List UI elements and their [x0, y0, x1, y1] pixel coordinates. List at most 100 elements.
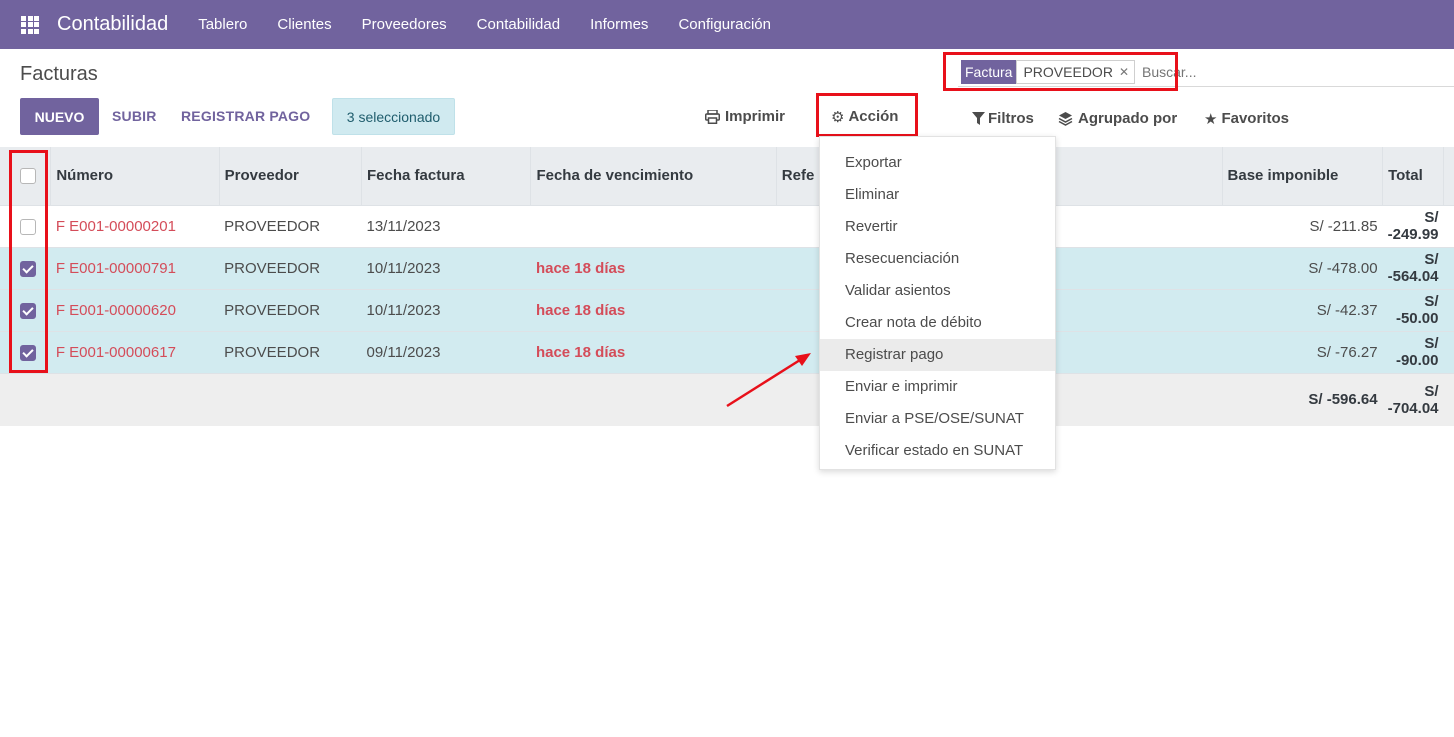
menu-item-registrar-pago[interactable]: Registrar pago [820, 339, 1055, 371]
menu-item-revertir[interactable]: Revertir [820, 211, 1055, 243]
vendor-cell: PROVEEDOR [219, 246, 362, 289]
invoice-date-cell: 10/11/2023 [361, 246, 531, 289]
row-checkbox[interactable] [20, 302, 36, 319]
invoice-date-cell: 10/11/2023 [361, 288, 531, 331]
row-spacer [1443, 330, 1454, 373]
footer-base-total: S/ -596.64 [1222, 372, 1383, 426]
base-amount-cell: S/ -211.85 [1222, 204, 1383, 247]
menu-item-exportar[interactable]: Exportar [820, 147, 1055, 179]
printer-icon [705, 109, 720, 124]
vendor-cell: PROVEEDOR [219, 330, 362, 373]
vendor-cell: PROVEEDOR [219, 204, 362, 247]
table-row[interactable]: F E001-00000617 PROVEEDOR 09/11/2023 hac… [0, 330, 1454, 373]
row-spacer [1443, 288, 1454, 331]
new-button[interactable]: NUEVO [20, 98, 99, 135]
header-numero[interactable]: Número [50, 147, 220, 205]
table-row[interactable]: F E001-00000620 PROVEEDOR 10/11/2023 hac… [0, 288, 1454, 331]
search-input[interactable] [1142, 63, 1442, 80]
action-label: Acción [848, 108, 899, 125]
menu-tablero[interactable]: Tablero [183, 0, 262, 49]
menu-item-enviar-sunat[interactable]: Enviar a PSE/OSE/SUNAT [820, 403, 1055, 435]
header-spacer [1444, 147, 1454, 205]
filter-icon [972, 112, 985, 125]
select-all-checkbox[interactable] [20, 168, 36, 185]
register-payment-button[interactable]: REGISTRAR PAGO [181, 98, 310, 135]
menu-item-validar-asientos[interactable]: Validar asientos [820, 275, 1055, 307]
total-amount-cell: S/ -90.00 [1382, 330, 1444, 373]
search-facet-label: Factura [961, 59, 1017, 84]
favorites-label: Favoritos [1221, 110, 1289, 127]
invoice-number[interactable]: F E001-00000791 [50, 246, 220, 289]
base-amount-cell: S/ -76.27 [1222, 330, 1383, 373]
base-amount-cell: S/ -478.00 [1222, 246, 1383, 289]
header-proveedor[interactable]: Proveedor [219, 147, 363, 205]
menu-item-eliminar[interactable]: Eliminar [820, 179, 1055, 211]
footer-end [1443, 372, 1454, 426]
total-amount-cell: S/ -564.04 [1382, 246, 1444, 289]
menu-item-verificar-sunat[interactable]: Verificar estado en SUNAT [820, 435, 1055, 467]
base-amount-cell: S/ -42.37 [1222, 288, 1383, 331]
table-footer-row: S/ -596.64 S/ -704.04 [0, 372, 1454, 426]
row-checkbox-cell [0, 204, 51, 247]
action-button[interactable]: ⚙ Acción [831, 98, 898, 135]
vendor-cell: PROVEEDOR [219, 288, 362, 331]
footer-grand-total: S/ -704.04 [1382, 372, 1444, 426]
invoice-number[interactable]: F E001-00000201 [50, 204, 220, 247]
header-fecha-vencimiento[interactable]: Fecha de vencimiento [530, 147, 777, 205]
total-amount-cell: S/ -50.00 [1382, 288, 1444, 331]
filters-label: Filtros [988, 110, 1034, 127]
row-spacer [1443, 246, 1454, 289]
row-checkbox[interactable] [20, 218, 36, 235]
layers-icon [1058, 112, 1073, 126]
header-fecha-factura[interactable]: Fecha factura [361, 147, 532, 205]
menu-item-resecuenciacion[interactable]: Resecuenciación [820, 243, 1055, 275]
invoice-number[interactable]: F E001-00000620 [50, 288, 220, 331]
row-checkbox-cell [0, 288, 51, 331]
due-date-cell: hace 18 días [530, 246, 777, 289]
group-by-button[interactable]: Agrupado por [1058, 100, 1177, 137]
facet-close-icon[interactable]: ✕ [1119, 61, 1129, 83]
search-bar: Factura PROVEEDOR ✕ [958, 57, 1454, 87]
page-title: Facturas [20, 63, 98, 85]
menu-item-nota-debito[interactable]: Crear nota de débito [820, 307, 1055, 339]
row-checkbox[interactable] [20, 344, 36, 361]
favorites-button[interactable]: ★ Favoritos [1204, 100, 1289, 137]
app-brand[interactable]: Contabilidad [57, 13, 168, 36]
menu-item-enviar-imprimir[interactable]: Enviar e imprimir [820, 371, 1055, 403]
star-icon: ★ [1204, 110, 1218, 128]
table-header-row: Número Proveedor Fecha factura Fecha de … [0, 147, 1454, 205]
due-date-cell: hace 18 días [530, 330, 777, 373]
print-button[interactable]: Imprimir [705, 98, 785, 135]
select-all-cell [0, 147, 52, 205]
search-facet-value: PROVEEDOR [1023, 63, 1113, 80]
print-label: Imprimir [725, 108, 786, 125]
menu-informes[interactable]: Informes [575, 0, 663, 49]
row-checkbox[interactable] [20, 260, 36, 277]
filters-button[interactable]: Filtros [972, 100, 1034, 137]
apps-grid-icon[interactable] [21, 15, 41, 34]
header-base-imponible[interactable]: Base imponible [1222, 147, 1384, 205]
row-spacer [1443, 204, 1454, 247]
header-total[interactable]: Total [1382, 147, 1444, 205]
due-date-cell: hace 18 días [530, 288, 777, 331]
selection-counter[interactable]: 3 seleccionado [332, 98, 455, 135]
total-amount-cell: S/ -249.99 [1382, 204, 1444, 247]
invoice-date-cell: 09/11/2023 [361, 330, 531, 373]
invoice-number[interactable]: F E001-00000617 [50, 330, 220, 373]
invoice-date-cell: 13/11/2023 [361, 204, 531, 247]
group-by-label: Agrupado por [1078, 110, 1178, 127]
table-row[interactable]: F E001-00000791 PROVEEDOR 10/11/2023 hac… [0, 246, 1454, 289]
menu-configuracion[interactable]: Configuración [663, 0, 786, 49]
top-navbar: Contabilidad Tablero Clientes Proveedore… [0, 0, 1454, 49]
upload-button[interactable]: SUBIR [112, 98, 157, 135]
invoice-list: Número Proveedor Fecha factura Fecha de … [0, 147, 1454, 426]
action-dropdown-menu: Exportar Eliminar Revertir Resecuenciaci… [819, 136, 1056, 470]
due-date-cell [530, 204, 777, 247]
gear-icon: ⚙ [831, 108, 845, 126]
table-row[interactable]: F E001-00000201 PROVEEDOR 13/11/2023 S/ … [0, 204, 1454, 247]
row-checkbox-cell [0, 246, 51, 289]
search-facet: PROVEEDOR ✕ [1016, 59, 1135, 84]
menu-clientes[interactable]: Clientes [262, 0, 346, 49]
menu-contabilidad[interactable]: Contabilidad [462, 0, 575, 49]
menu-proveedores[interactable]: Proveedores [347, 0, 462, 49]
